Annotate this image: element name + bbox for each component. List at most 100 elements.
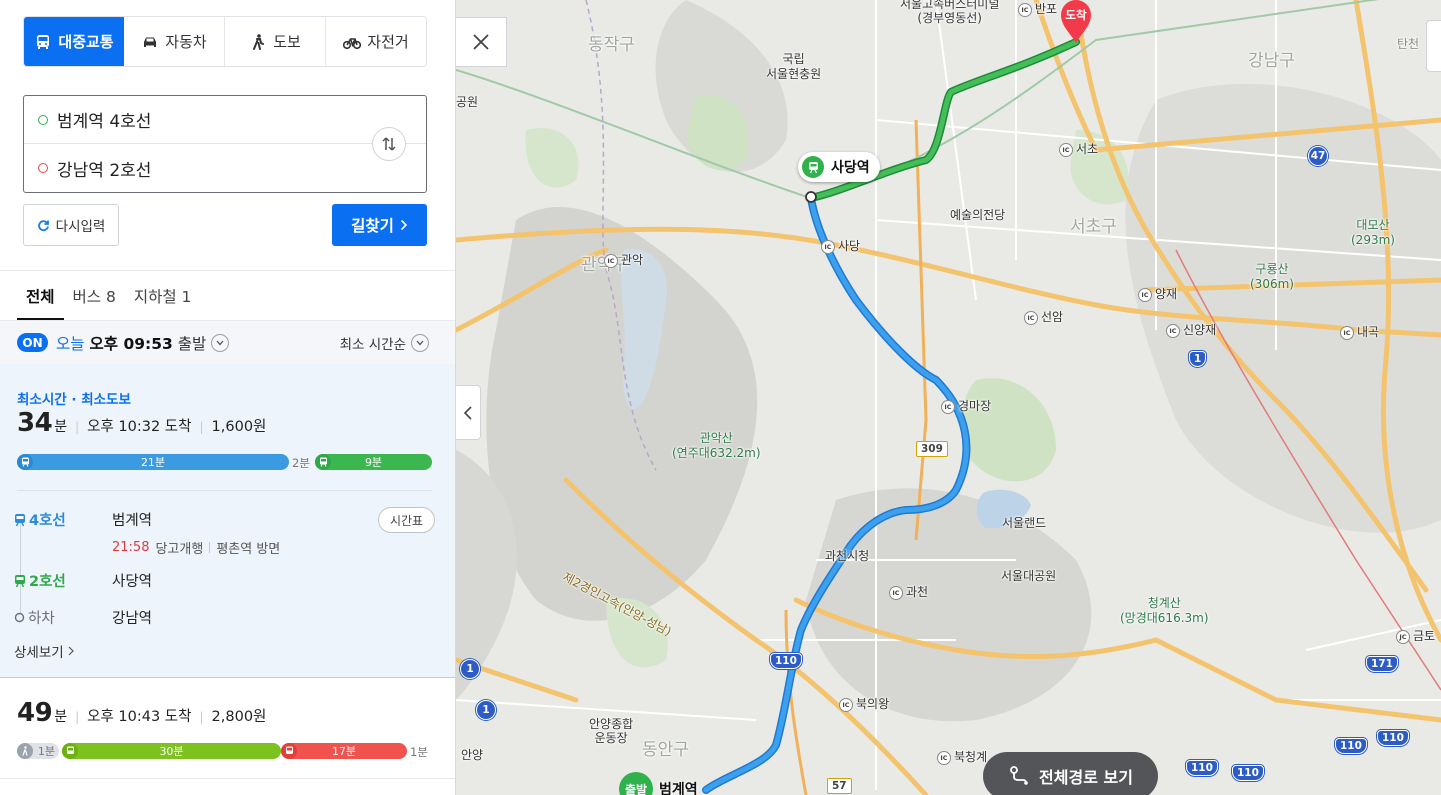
- departure-time-toggle[interactable]: ON: [17, 333, 48, 352]
- road-shield: 47: [1308, 146, 1328, 166]
- tab-all[interactable]: 전체: [17, 271, 64, 320]
- bus-icon: [37, 34, 50, 49]
- divider: |: [75, 710, 80, 724]
- start-station-label: 범계역: [659, 782, 698, 795]
- map-side-control[interactable]: [1426, 20, 1441, 72]
- subway-icon: [15, 574, 25, 587]
- map-label-arts-center: 예술의전당: [950, 208, 1006, 222]
- road-shield: 110: [1377, 730, 1409, 746]
- walk-icon: [253, 33, 265, 50]
- map-label-anyang: 안양: [461, 748, 484, 762]
- divider: |: [199, 420, 204, 434]
- route-summary: 49 분 | 오후 10:43 도착 | 2,800원: [17, 698, 266, 728]
- reset-label: 다시입력: [55, 219, 106, 235]
- map-label-seoulland: 서울랜드: [1002, 516, 1047, 530]
- station-name: 강남역: [112, 611, 153, 627]
- map-label-terminal: 서울고속버스터미널 (경부영동선): [900, 0, 1000, 25]
- route-summary: 34 분 | 오후 10:32 도착 | 1,600원: [17, 408, 266, 438]
- ic-icon: IC: [1018, 3, 1032, 17]
- collapse-panel-button[interactable]: [456, 385, 481, 440]
- mode-label: 자동차: [165, 33, 207, 51]
- destination-field[interactable]: 강남역 2호선: [24, 144, 364, 192]
- subway-icon: [315, 454, 331, 470]
- map-label-sadang-ic: IC 사당: [821, 237, 860, 254]
- road-shield: 309: [916, 441, 948, 457]
- map-label-seonam: IC 선암: [1024, 308, 1063, 325]
- chevron-left-icon: [464, 405, 472, 420]
- ic-icon: IC: [1059, 143, 1073, 157]
- tab-subway[interactable]: 지하철 1: [125, 271, 201, 320]
- mode-label: 도보: [273, 33, 301, 51]
- filter-bar: ON 오늘 오후 09:53 출발 최소 시간순: [0, 320, 455, 364]
- search-label: 길찾기: [351, 217, 394, 235]
- chevron-down-icon: [411, 334, 429, 352]
- road-shield: 110: [1335, 738, 1367, 754]
- station-name: 사당역: [112, 574, 153, 590]
- full-route-label: 전체경로 보기: [1039, 768, 1133, 787]
- swap-button[interactable]: [372, 127, 406, 161]
- transfer-duration: 2분: [292, 456, 310, 470]
- result-tabs: 전체 버스 8 지하철 1: [0, 270, 455, 320]
- map-label-park: 공원: [456, 95, 479, 109]
- origin-marker-icon: [38, 114, 48, 125]
- platform-direction: 평촌역 방면: [216, 542, 281, 557]
- close-button[interactable]: [456, 17, 507, 67]
- ic-icon: IC: [1166, 324, 1180, 338]
- origin-destination-box: 범계역 4호선 강남역 2호선: [23, 95, 427, 193]
- map-label-gwanak-ic: IC 관악: [604, 251, 643, 268]
- tab-bus[interactable]: 버스 8: [64, 271, 125, 320]
- train-info: 21:58 당고개행 평촌역 방면: [112, 538, 280, 557]
- map-label-yangjae: IC 양재: [1138, 285, 1177, 302]
- mode-label: 대중교통: [58, 33, 114, 51]
- mode-walk-button[interactable]: 도보: [225, 17, 326, 66]
- map-label-anyang-stadium: 안양종합 운동장: [589, 717, 634, 745]
- map-label-cemetery: 국립 서울현충원: [766, 52, 822, 81]
- route-tag: 최소시간 · 최소도보: [17, 392, 131, 408]
- segment-duration: 17분: [331, 745, 357, 758]
- segment-duration: 9분: [364, 456, 383, 469]
- transfer-station-pin[interactable]: 사당역: [798, 152, 880, 182]
- transport-mode-tabs: 대중교통 자동차 도보 자전거: [23, 16, 427, 67]
- view-full-route-button[interactable]: 전체경로 보기: [983, 752, 1158, 795]
- ic-icon: IC: [937, 751, 951, 765]
- detail-view-link[interactable]: 상세보기: [14, 641, 74, 661]
- duration-unit: 분: [54, 709, 68, 725]
- arrival-pin[interactable]: 도착: [1059, 0, 1093, 43]
- segment-walk: 1분: [17, 743, 59, 759]
- close-icon: [473, 34, 489, 50]
- divider: [209, 542, 211, 553]
- refresh-icon: [37, 219, 49, 231]
- origin-value: 범계역 4호선: [57, 112, 152, 132]
- route-card-2[interactable]: 49 분 | 오후 10:43 도착 | 2,800원 1분 30분 17분 1…: [0, 679, 455, 779]
- jc-icon: JC: [1396, 630, 1410, 644]
- map-label-gyeongmajang: IC 경마장: [941, 397, 991, 414]
- bus-icon: [62, 743, 78, 759]
- timetable-button[interactable]: 시간표: [378, 507, 435, 533]
- segment-subway-4: 21분: [17, 454, 289, 470]
- route-card-1[interactable]: 최소시간 · 최소도보 34 분 | 오후 10:32 도착 | 1,600원 …: [0, 364, 455, 678]
- subway-icon: [17, 454, 33, 470]
- segment-subway-2: 9분: [315, 454, 432, 470]
- mode-transit-button[interactable]: 대중교통: [24, 17, 124, 66]
- circle-icon: [14, 612, 25, 623]
- route-icon: [1010, 766, 1028, 785]
- sort-dropdown[interactable]: 최소 시간순: [340, 333, 429, 353]
- departure-time-selector[interactable]: 오늘 오후 09:53 출발: [56, 332, 230, 354]
- mode-car-button[interactable]: 자동차: [124, 17, 225, 66]
- next-train-time: 21:58: [112, 540, 150, 555]
- fare: 2,800원: [211, 709, 267, 725]
- mode-bike-button[interactable]: 자전거: [326, 17, 426, 66]
- chevron-down-icon: [211, 334, 230, 352]
- map-label-cheonggyesan: 청계산 (망경대616.3m): [1120, 596, 1209, 625]
- segment-duration: 30분: [159, 745, 184, 758]
- map-view[interactable]: 서울고속버스터미널 (경부영동선) IC 반포 동작구 강남구 탄천 공원 국립 서울…: [456, 0, 1441, 795]
- reset-input-button[interactable]: 다시입력: [23, 204, 119, 246]
- duration-unit: 분: [54, 419, 68, 435]
- divider: |: [75, 420, 80, 434]
- start-pin[interactable]: 출발 범계역: [619, 772, 698, 795]
- ic-icon: IC: [1138, 288, 1152, 302]
- divider: [17, 490, 432, 491]
- origin-field[interactable]: 범계역 4호선: [24, 96, 426, 144]
- route-segment-bar: 1분 30분 17분 1분: [17, 743, 432, 759]
- find-route-button[interactable]: 길찾기: [332, 204, 427, 246]
